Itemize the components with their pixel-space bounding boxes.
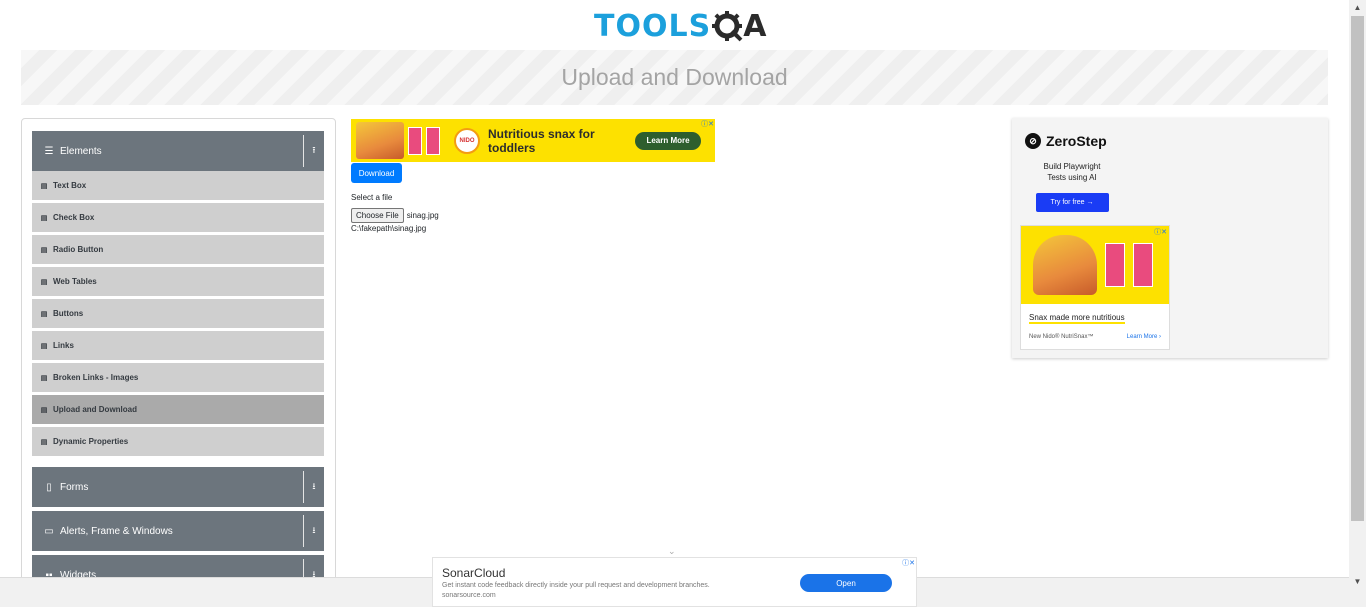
sidebar-item-buttons[interactable]: ▤ Buttons [32,299,324,328]
choose-file-button[interactable]: Choose File [351,208,404,223]
sidebar-item-label: Broken Links - Images [53,373,139,382]
nido-subtitle: New Nido® NutriSnax™ [1029,334,1094,340]
form-icon: ▯ [46,481,52,493]
open-button[interactable]: Open [800,574,892,592]
uploaded-file-path: C:\fakepath\sinag.jpg [351,224,427,233]
scroll-down-arrow-icon[interactable]: ▼ [1349,574,1366,590]
nido-ad-image [1021,226,1169,304]
nido-logo-icon: NIDO [454,127,480,154]
logo-text-a: A [743,8,768,44]
scroll-up-arrow-icon[interactable]: ▲ [1349,0,1366,16]
group-header-forms[interactable]: ▯ Forms ⭳ [32,467,324,507]
nido-product-pack [1133,243,1153,287]
zerostep-ad[interactable]: ⊘ ZeroStep Build Playwright Tests using … [1022,133,1122,212]
download-arrow-icon[interactable]: ⭳ [303,515,324,547]
sidebar-item-text-box[interactable]: ▤ Text Box [32,171,324,200]
zerostep-logo: ⊘ ZeroStep [1022,133,1122,149]
list-item-icon: ▤ [40,246,48,254]
list-item-icon: ▤ [40,342,48,350]
select-file-label: Select a file [351,193,393,202]
sidebar-item-label: Upload and Download [53,405,137,414]
zerostep-logo-icon: ⊘ [1025,133,1041,149]
download-arrow-icon[interactable]: ⭳ [303,471,324,503]
list-item-icon: ▤ [40,374,48,382]
upload-arrow-icon[interactable]: ⭱ [303,135,324,167]
bottom-ad-banner[interactable]: SonarCloud Get instant code feedback dir… [432,557,917,607]
ad-product-pack [426,126,440,155]
window-icon: ▭ [44,525,54,537]
sidebar-item-label: Check Box [53,213,95,222]
nido-footer: New Nido® NutriSnax™ Learn More › [1029,334,1161,340]
selected-file-name: sinag.jpg [406,211,439,220]
sidebar-item-label: Links [53,341,74,350]
try-for-free-button[interactable]: Try for free → [1035,193,1109,212]
toolsqa-logo[interactable]: TOOLS A [594,6,767,46]
sidebar-item-links[interactable]: ▤ Links [32,331,324,360]
page-banner: Upload and Download [21,50,1328,105]
list-item-icon: ▤ [40,310,48,318]
group-label: Alerts, Frame & Windows [60,525,173,537]
list-item-icon: ▤ [40,214,48,222]
zerostep-tagline: Build Playwright Tests using AI [1022,161,1122,183]
sidebar-item-upload-download[interactable]: ▤ Upload and Download [32,395,324,424]
top-ad-banner[interactable]: NIDO Nutritious snax for toddlers Learn … [351,119,715,162]
group-header-alerts[interactable]: ▭ Alerts, Frame & Windows ⭳ [32,511,324,551]
list-item-icon: ▤ [40,406,48,414]
sidebar-item-dynamic-properties[interactable]: ▤ Dynamic Properties [32,427,324,456]
sidebar-item-broken-links[interactable]: ▤ Broken Links - Images [32,363,324,392]
nido-ad[interactable]: ⓘ✕ Snax made more nutritious New Nido® N… [1020,225,1170,350]
group-label: Elements [60,145,102,157]
zerostep-tagline-line1: Build Playwright [1043,162,1101,171]
ad-close-icon[interactable]: ⓘ✕ [1154,227,1167,237]
ad-close-icon[interactable]: ⓘ✕ [902,558,915,568]
sonarcloud-description: Get instant code feedback directly insid… [442,582,710,589]
sidebar-item-label: Text Box [53,181,87,190]
menu-icon: ☰ [44,145,54,157]
nido-product-pack [1105,243,1125,287]
sidebar-item-check-box[interactable]: ▤ Check Box [32,203,324,232]
sidebar-item-radio-button[interactable]: ▤ Radio Button [32,235,324,264]
vertical-scrollbar[interactable]: ▲ ▼ [1349,0,1366,590]
chevron-down-icon[interactable]: ⌄ [668,546,676,557]
nido-kids-image [1033,235,1097,295]
file-upload-input[interactable]: Choose File sinag.jpg [351,208,439,223]
ad-kids-image [356,122,404,159]
list-item-icon: ▤ [40,438,48,446]
zerostep-brand: ZeroStep [1046,133,1107,149]
download-button[interactable]: Download [351,163,402,183]
nido-learn-more-link[interactable]: Learn More › [1127,334,1161,340]
ad-headline: Nutritious snax for toddlers [488,126,595,155]
page: TOOLS A Upload and Download ☰ Elements ⭱ [0,0,1366,607]
ad-product-pack [408,126,422,155]
sidebar-item-label: Dynamic Properties [53,437,129,446]
scrollbar-thumb[interactable] [1351,16,1364,521]
nido-headline: Snax made more nutritious [1029,313,1125,324]
elements-menu-list: ▤ Text Box ▤ Check Box ▤ Radio Button ▤ Web … [32,171,324,459]
list-item-icon: ▤ [40,278,48,286]
gear-icon [712,11,743,42]
sonarcloud-name: SonarCloud [442,566,506,580]
sidebar-item-label: Buttons [53,309,84,318]
sidebar-item-label: Web Tables [53,277,97,286]
sidebar-item-label: Radio Button [53,245,104,254]
sonarcloud-url: sonarsource.com [442,592,496,599]
group-header-elements[interactable]: ☰ Elements ⭱ [32,131,324,171]
group-label: Forms [60,481,89,493]
sidebar-item-web-tables[interactable]: ▤ Web Tables [32,267,324,296]
ad-learn-more-button[interactable]: Learn More [635,131,701,150]
left-sidebar: ☰ Elements ⭱ ▤ Text Box ▤ Check Box ▤ Radio… [21,118,336,588]
zerostep-tagline-line2: Tests using AI [1047,173,1097,182]
list-item-icon: ▤ [40,182,48,190]
page-title: Upload and Download [561,64,788,90]
logo-text-tools: TOOLS [594,8,712,44]
ad-close-icon[interactable]: ⓘ✕ [701,119,714,129]
right-ad-panel: ⊘ ZeroStep Build Playwright Tests using … [1012,118,1328,358]
